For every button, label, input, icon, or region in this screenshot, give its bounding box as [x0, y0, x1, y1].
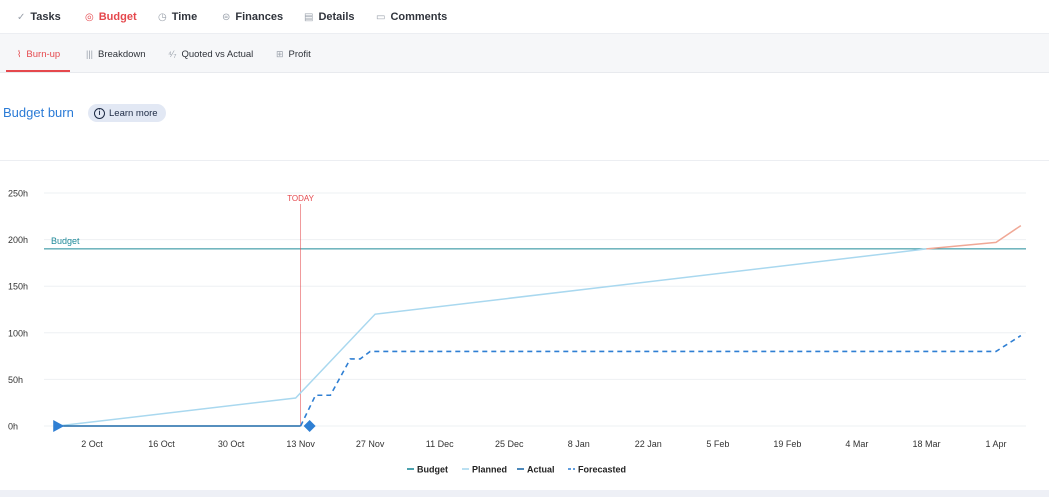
y-tick-label: 100h	[8, 328, 28, 338]
tab-time[interactable]: ◷ Time	[158, 9, 197, 25]
learn-more-label: Learn more	[109, 107, 158, 119]
subtab-label: Breakdown	[98, 48, 146, 60]
legend-label: Budget	[417, 465, 448, 475]
subtab-profit[interactable]: ⊞ Profit	[276, 47, 311, 61]
x-tick-label: 16 Oct	[148, 439, 175, 449]
y-tick-label: 50h	[8, 375, 23, 385]
legend-label: Actual	[527, 465, 555, 475]
sub-navigation: ⌇ Burn-up ||| Breakdown ⁴⁄₇ Quoted vs Ac…	[0, 34, 1049, 73]
x-tick-label: 30 Oct	[218, 439, 245, 449]
subtab-label: Burn-up	[26, 48, 61, 60]
subtab-label: Profit	[288, 48, 311, 60]
burnup-icon: ⌇	[17, 48, 22, 59]
x-tick-label: 4 Mar	[845, 439, 868, 449]
info-icon: i	[94, 107, 105, 119]
x-tick-label: 13 Nov	[286, 439, 315, 449]
tab-details[interactable]: ▤ Details	[304, 9, 355, 25]
subtab-label: Quoted vs Actual	[181, 48, 254, 60]
document-icon: ▤	[304, 11, 314, 23]
budget-line-label: Budget	[51, 236, 80, 246]
profit-icon: ⊞	[276, 48, 284, 59]
y-tick-label: 250h	[8, 189, 28, 199]
divider	[0, 160, 1049, 161]
tab-label: Details	[318, 11, 355, 23]
budget-burn-chart: 0h 50h 100h 150h 200h 250h 2 Oct 16 Oct 30 Oct 13…	[8, 189, 1026, 475]
active-tab-underline	[6, 70, 70, 72]
subtab-burn-up[interactable]: ⌇ Burn-up	[17, 47, 60, 61]
x-tick-label: 27 Nov	[356, 439, 385, 449]
subtab-quoted-vs-actual[interactable]: ⁴⁄₇ Quoted vs Actual	[168, 47, 253, 61]
planned-line	[57, 248, 927, 427]
comment-icon: ▭	[376, 11, 386, 23]
x-tick-label: 11 Dec	[426, 439, 454, 449]
learn-more-button[interactable]: i Learn more	[88, 104, 166, 122]
budget-icon: ◎	[85, 11, 94, 23]
today-marker	[303, 420, 316, 432]
compare-icon: ⁴⁄₇	[168, 49, 177, 59]
coins-icon: ⊜	[222, 11, 231, 23]
section-title: Budget burn	[3, 105, 74, 120]
x-tick-label: 25 Dec	[495, 439, 524, 449]
tab-comments[interactable]: ▭ Comments	[376, 9, 447, 25]
tab-label: Time	[171, 11, 198, 23]
check-icon: ✓	[17, 11, 26, 23]
tab-tasks[interactable]: ✓ Tasks	[17, 9, 61, 25]
x-tick-label: 1 Apr	[985, 439, 1006, 449]
tab-label: Finances	[235, 11, 284, 23]
planned-over-budget-line	[926, 224, 1022, 250]
x-tick-label: 8 Jan	[568, 439, 590, 449]
x-tick-label: 19 Feb	[773, 439, 801, 449]
x-tick-label: 18 Mar	[912, 439, 940, 449]
top-navigation: ✓ Tasks ◎ Budget ◷ Time ⊜ Finances ▤ Det…	[0, 0, 1049, 34]
forecasted-line	[299, 334, 1022, 427]
bar-icon: |||	[86, 49, 94, 59]
x-tick-label: 22 Jan	[635, 439, 662, 449]
tab-label: Budget	[98, 11, 137, 23]
footer-strip	[0, 490, 1049, 497]
y-tick-label: 200h	[8, 235, 28, 245]
legend-label: Forecasted	[578, 465, 626, 475]
x-tick-label: 2 Oct	[81, 439, 103, 449]
start-marker	[53, 420, 65, 432]
tab-budget[interactable]: ◎ Budget	[85, 9, 137, 25]
legend-label: Planned	[472, 465, 507, 475]
clock-icon: ◷	[158, 11, 167, 23]
tab-finances[interactable]: ⊜ Finances	[222, 9, 283, 25]
subtab-breakdown[interactable]: ||| Breakdown	[86, 47, 146, 61]
tab-label: Comments	[390, 11, 448, 23]
tab-label: Tasks	[30, 11, 61, 23]
today-label: TODAY	[287, 194, 314, 203]
x-tick-label: 5 Feb	[706, 439, 729, 449]
y-tick-label: 0h	[8, 422, 18, 432]
y-tick-label: 150h	[8, 282, 28, 292]
